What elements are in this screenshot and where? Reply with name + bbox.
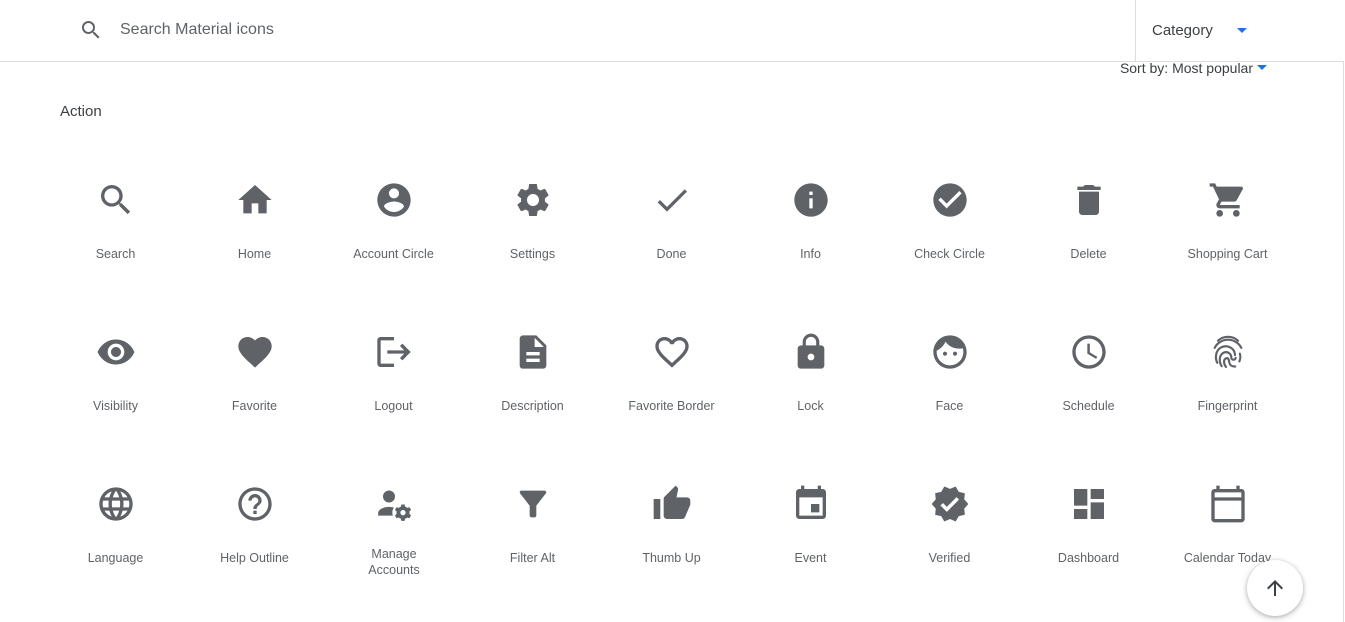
icon-label: Favorite [231,399,278,413]
icon-label: Face [935,399,964,413]
icon-tile-filter-alt[interactable]: Filter Alt [463,444,602,596]
settings-icon [513,180,553,220]
search-input[interactable] [120,16,720,44]
icon-tile-thumb-up[interactable]: Thumb Up [602,444,741,596]
icon-grid: Search Home Account Circle Settings Done Info… [46,140,1298,596]
icon-label: Help Outline [220,551,289,565]
icon-tile-favorite-border[interactable]: Favorite Border [602,292,741,444]
icon-tile-visibility[interactable]: Visibility [46,292,185,444]
icon-tile-help-outline[interactable]: Help Outline [185,444,324,596]
verified-icon [930,484,970,524]
icon-label: Manage Accounts [368,547,420,577]
icon-tile-verified[interactable]: Verified [880,444,1019,596]
icon-tile-search[interactable]: Search [46,140,185,292]
category-caret-icon [1237,28,1247,33]
icon-label: Lock [797,399,824,413]
icon-tile-info[interactable]: Info [741,140,880,292]
icon-label: Dashboard [1057,551,1120,565]
account-circle-icon [374,180,414,220]
icon-tile-event[interactable]: Event [741,444,880,596]
category-label: Category [1152,22,1213,39]
check-circle-icon [930,180,970,220]
delete-icon [1069,180,1109,220]
info-icon [791,180,831,220]
calendar-today-icon [1208,484,1248,524]
sort-label: Sort by: Most popular [1119,60,1253,76]
section-title: Action [60,103,102,120]
icon-label: Logout [374,399,413,413]
icon-label: Event [794,551,827,565]
icon-label: Visibility [93,399,138,413]
icon-label: Schedule [1062,399,1115,413]
icon-tile-schedule[interactable]: Schedule [1019,292,1158,444]
top-bar: Category [0,0,1344,62]
icon-label: Filter Alt [509,551,556,565]
icon-tile-shopping-cart[interactable]: Shopping Cart [1158,140,1297,292]
icon-tile-delete[interactable]: Delete [1019,140,1158,292]
icon-tile-settings[interactable]: Settings [463,140,602,292]
icon-label: Language [87,551,144,565]
thumb-up-icon [652,484,692,524]
icon-label: Home [237,247,272,261]
icon-label: Thumb Up [642,551,701,565]
fingerprint-icon [1208,332,1248,372]
icon-label: Done [656,247,687,261]
arrow-upward-icon [1267,580,1283,596]
visibility-icon [96,332,136,372]
filter-alt-icon [513,484,553,524]
shopping-cart-icon [1208,180,1248,220]
icon-tile-logout[interactable]: Logout [324,292,463,444]
description-icon [513,332,553,372]
search-icon [96,180,136,220]
icon-tile-lock[interactable]: Lock [741,292,880,444]
home-icon [235,180,275,220]
favorite-icon [235,332,275,372]
icon-tile-check-circle[interactable]: Check Circle [880,140,1019,292]
icon-label: Fingerprint [1197,399,1258,413]
schedule-icon [1069,332,1109,372]
dashboard-icon [1069,484,1109,524]
icon-tile-language[interactable]: Language [46,444,185,596]
icon-tile-home[interactable]: Home [185,140,324,292]
right-divider [1343,62,1344,622]
help-outline-icon [235,484,275,524]
icon-tile-fingerprint[interactable]: Fingerprint [1158,292,1297,444]
category-dropdown[interactable]: Category [1135,0,1344,62]
search-icon[interactable] [79,18,103,42]
icon-label: Description [501,399,564,413]
icon-tile-manage-accounts[interactable]: Manage Accounts [324,444,463,596]
icon-label: Delete [1070,247,1107,261]
event-icon [791,484,831,524]
icon-tile-done[interactable]: Done [602,140,741,292]
icon-label: Settings [509,247,556,261]
icon-label: Shopping Cart [1187,247,1268,261]
icon-label: Info [800,247,821,261]
logout-icon [374,332,414,372]
icon-label: Search [95,247,136,261]
manage-accounts-icon [374,484,414,524]
icon-label: Account Circle [353,247,434,261]
sort-dropdown[interactable]: Sort by: Most popular [1120,60,1267,78]
icon-tile-account-circle[interactable]: Account Circle [324,140,463,292]
icon-label: Verified [928,551,971,565]
icon-tile-dashboard[interactable]: Dashboard [1019,444,1158,596]
sort-caret-icon [1257,65,1267,70]
favorite-border-icon [652,332,692,372]
icon-label: Check Circle [914,247,985,261]
language-icon [96,484,136,524]
icon-tile-description[interactable]: Description [463,292,602,444]
lock-icon [791,332,831,372]
icon-tile-favorite[interactable]: Favorite [185,292,324,444]
icon-tile-face[interactable]: Face [880,292,1019,444]
back-to-top-button[interactable] [1247,560,1303,616]
done-icon [652,180,692,220]
icon-label: Favorite Border [628,399,715,413]
face-icon [930,332,970,372]
